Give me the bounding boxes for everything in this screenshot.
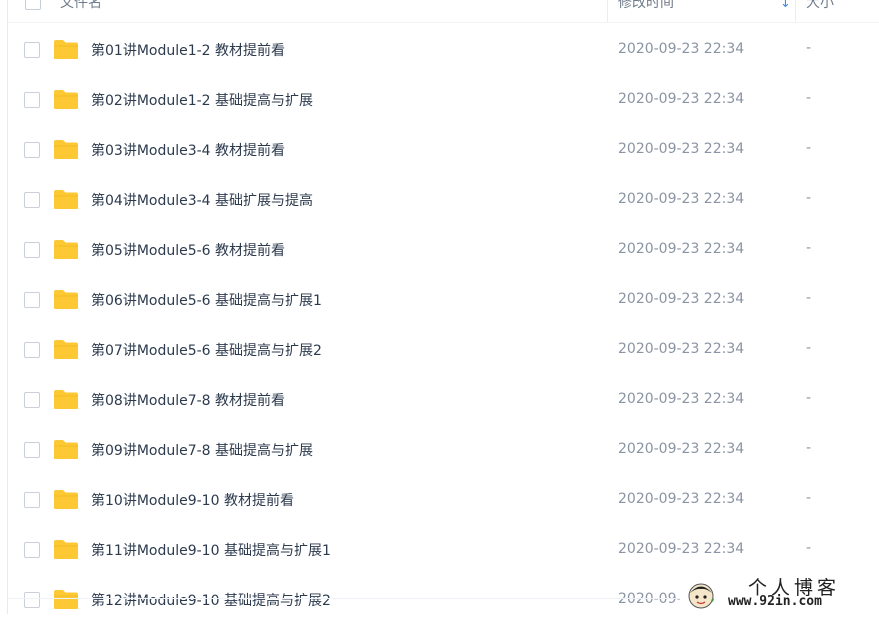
folder-icon [54, 340, 78, 359]
file-modified-date: 2020-09-23 22:34 [618, 141, 745, 157]
file-name[interactable]: 第04讲Module3-4 基础扩展与提高 [91, 190, 313, 210]
row-checkbox[interactable] [24, 392, 40, 408]
file-name[interactable]: 第01讲Module1-2 教材提前看 [91, 40, 285, 60]
file-row[interactable]: 第01讲Module1-2 教材提前看 2020-09-23 22:34 - [8, 25, 879, 75]
row-checkbox[interactable] [24, 142, 40, 158]
file-size: - [806, 390, 812, 406]
row-checkbox[interactable] [24, 42, 40, 58]
row-checkbox[interactable] [24, 542, 40, 558]
file-row[interactable]: 第07讲Module5-6 基础提高与扩展2 2020-09-23 22:34 - [8, 325, 879, 375]
file-modified-date: 2020-09-23 22:34 [618, 391, 745, 407]
mascot-icon [688, 583, 714, 609]
file-name[interactable]: 第02讲Module1-2 基础提高与扩展 [91, 90, 313, 110]
column-header-name[interactable]: 文件名 [60, 0, 102, 12]
file-row[interactable]: 第06讲Module5-6 基础提高与扩展1 2020-09-23 22:34 - [8, 275, 879, 325]
file-size: - [806, 140, 812, 156]
file-row[interactable]: 第04讲Module3-4 基础扩展与提高 2020-09-23 22:34 - [8, 175, 879, 225]
folder-icon [54, 590, 78, 609]
file-size: - [806, 290, 812, 306]
file-name[interactable]: 第07讲Module5-6 基础提高与扩展2 [91, 340, 322, 360]
file-row[interactable]: 第02讲Module1-2 基础提高与扩展 2020-09-23 22:34 - [8, 75, 879, 125]
file-name[interactable]: 第12讲Module9-10 基础提高与扩展2 [91, 590, 331, 610]
file-modified-date: 2020-09-23 22:34 [618, 491, 745, 507]
file-row[interactable]: 第03讲Module3-4 教材提前看 2020-09-23 22:34 - [8, 125, 879, 175]
file-modified-date: 2020-09-23 22:34 [618, 191, 745, 207]
row-checkbox[interactable] [24, 192, 40, 208]
file-modified-date: 2020-09-23 22:34 [618, 291, 745, 307]
row-checkbox[interactable] [24, 292, 40, 308]
file-size: - [806, 340, 812, 356]
folder-icon [54, 190, 78, 209]
file-size: - [806, 190, 812, 206]
file-modified-date: 2020-09-23 22:34 [618, 441, 745, 457]
file-row[interactable]: 第11讲Module9-10 基础提高与扩展1 2020-09-23 22:34 - [8, 525, 879, 575]
folder-icon [54, 240, 78, 259]
row-checkbox[interactable] [24, 342, 40, 358]
file-modified-date: 2020-09-23 22:34 [618, 341, 745, 357]
file-name[interactable]: 第06讲Module5-6 基础提高与扩展1 [91, 290, 322, 310]
folder-icon [54, 40, 78, 59]
column-header-size[interactable]: 大小 [806, 0, 834, 12]
file-size: - [806, 440, 812, 456]
select-all-checkbox[interactable] [25, 0, 41, 10]
watermark-url: www.92in.com [728, 594, 822, 609]
folder-icon [54, 290, 78, 309]
file-list-header: 文件名 修改时间 ↓ 大小 [8, 0, 879, 23]
row-checkbox[interactable] [24, 492, 40, 508]
folder-icon [54, 140, 78, 159]
folder-icon [54, 90, 78, 109]
watermark: 个人博客 www.92in.com [680, 572, 879, 614]
column-divider[interactable] [795, 0, 796, 22]
folder-icon [54, 440, 78, 459]
column-divider[interactable] [607, 0, 608, 22]
file-name[interactable]: 第05讲Module5-6 教材提前看 [91, 240, 285, 260]
file-modified-date: 2020-09-23 22:34 [618, 91, 745, 107]
file-name[interactable]: 第11讲Module9-10 基础提高与扩展1 [91, 540, 331, 560]
file-name[interactable]: 第09讲Module7-8 基础提高与扩展 [91, 440, 313, 460]
file-row[interactable]: 第05讲Module5-6 教材提前看 2020-09-23 22:34 - [8, 225, 879, 275]
file-modified-date: 2020-09-23 22:34 [618, 241, 745, 257]
file-name[interactable]: 第08讲Module7-8 教材提前看 [91, 390, 285, 410]
file-size: - [806, 540, 812, 556]
row-checkbox[interactable] [24, 242, 40, 258]
file-size: - [806, 240, 812, 256]
file-row[interactable]: 第10讲Module9-10 教材提前看 2020-09-23 22:34 - [8, 475, 879, 525]
file-size: - [806, 490, 812, 506]
file-modified-date: 2020-09-23 22:34 [618, 541, 745, 557]
file-modified-date: 2020-09-23 22:34 [618, 41, 745, 57]
file-name[interactable]: 第03讲Module3-4 教材提前看 [91, 140, 285, 160]
column-header-modified[interactable]: 修改时间 [618, 0, 674, 12]
file-name[interactable]: 第10讲Module9-10 教材提前看 [91, 490, 294, 510]
folder-icon [54, 390, 78, 409]
row-checkbox[interactable] [24, 592, 40, 608]
file-row[interactable]: 第09讲Module7-8 基础提高与扩展 2020-09-23 22:34 - [8, 425, 879, 475]
file-size: - [806, 90, 812, 106]
row-checkbox[interactable] [24, 442, 40, 458]
arrow-down-icon[interactable]: ↓ [780, 0, 791, 11]
file-row[interactable]: 第08讲Module7-8 教材提前看 2020-09-23 22:34 - [8, 375, 879, 425]
folder-icon [54, 540, 78, 559]
folder-icon [54, 490, 78, 509]
file-list: 第01讲Module1-2 教材提前看 2020-09-23 22:34- 第02讲… [8, 25, 879, 625]
row-checkbox[interactable] [24, 92, 40, 108]
file-size: - [806, 40, 812, 56]
